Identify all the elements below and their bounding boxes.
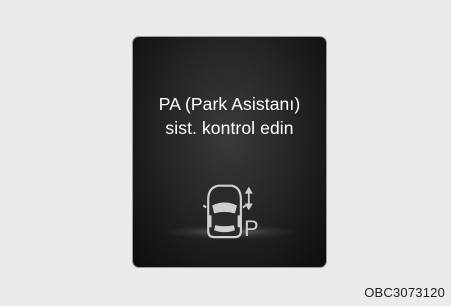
up-down-arrow-icon: [244, 186, 253, 211]
park-indicator-letter: P: [244, 216, 259, 241]
image-reference-code: OBC3073120: [364, 285, 445, 300]
park-assist-icon-group: [202, 184, 253, 239]
car-top-view-icon: [202, 184, 247, 239]
instrument-cluster-display: PA (Park Asistanı) sist. kontrol edin P: [132, 36, 327, 268]
